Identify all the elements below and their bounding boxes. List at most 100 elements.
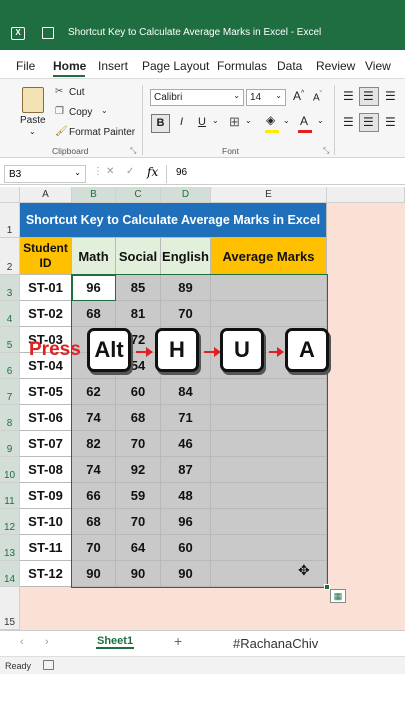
mark-cell[interactable]: 60 [116, 379, 161, 405]
name-box[interactable]: B3 ⌄ [4, 165, 86, 183]
mark-cell[interactable]: 89 [161, 275, 211, 301]
row-header-3[interactable]: 3 [0, 275, 20, 301]
align-right-icon[interactable]: ☰ [385, 115, 396, 129]
row-header-12[interactable]: 12 [0, 509, 20, 535]
add-sheet-button[interactable]: + [174, 633, 182, 649]
bold-button[interactable]: B [151, 114, 170, 133]
font-color-icon[interactable]: A [300, 114, 308, 128]
align-left-icon[interactable]: ☰ [343, 115, 354, 129]
chevron-down-icon[interactable]: ⌄ [212, 116, 219, 125]
mark-cell[interactable]: 84 [161, 379, 211, 405]
mark-cell[interactable]: 85 [116, 275, 161, 301]
tab-sheet1[interactable]: Sheet1 [96, 635, 135, 649]
fill-color-icon[interactable]: ◈ [266, 113, 275, 127]
student-id-cell[interactable]: ST-09 [20, 483, 72, 509]
paste-dropdown-icon[interactable]: ⌄ [29, 127, 36, 136]
row-header-8[interactable]: 8 [0, 405, 20, 431]
mark-cell[interactable]: 74 [72, 457, 116, 483]
insert-function-icon[interactable]: fx [147, 165, 158, 179]
header-cell-social[interactable]: Social [116, 238, 161, 275]
mark-cell[interactable]: 66 [72, 483, 116, 509]
mark-cell[interactable]: 48 [161, 483, 211, 509]
row-header-9[interactable]: 9 [0, 431, 20, 457]
row-header-13[interactable]: 13 [0, 535, 20, 561]
mark-cell[interactable] [72, 353, 116, 379]
borders-icon[interactable]: ⊞ [229, 114, 240, 130]
mark-cell[interactable]: 74 [72, 405, 116, 431]
average-cell[interactable] [211, 457, 327, 483]
header-cell-english[interactable]: English [161, 238, 211, 275]
mark-cell[interactable]: 81 [116, 301, 161, 327]
mark-cell[interactable]: 82 [72, 431, 116, 457]
menu-view[interactable]: View [365, 59, 391, 73]
chevron-down-icon[interactable]: ⌄ [283, 116, 290, 125]
menu-file[interactable]: File [16, 59, 35, 73]
font-size-select[interactable]: 14 ⌄ [246, 89, 286, 106]
worksheet-grid[interactable]: A B C D E 1 2 3 4 5 6 7 8 9 10 11 12 13 14 15 Shortcut Key t… [0, 187, 405, 630]
column-header-a[interactable]: A [20, 187, 72, 203]
mark-cell[interactable]: 60 [161, 535, 211, 561]
decrease-font-icon[interactable]: Aˇ [313, 91, 322, 103]
italic-button[interactable]: I [180, 116, 183, 128]
student-id-cell[interactable]: ST-07 [20, 431, 72, 457]
font-launcher-icon[interactable]: ⤡ [323, 146, 329, 156]
prev-sheet-icon[interactable]: ‹ [20, 636, 24, 648]
student-id-cell[interactable]: ST-01 [20, 275, 72, 301]
student-id-cell[interactable]: ST-10 [20, 509, 72, 535]
align-middle-button[interactable]: ☰ [359, 87, 379, 106]
average-cell[interactable] [211, 405, 327, 431]
paste-icon[interactable] [22, 87, 44, 113]
mark-cell[interactable]: 54 [116, 353, 161, 379]
average-cell[interactable] [211, 483, 327, 509]
row-header-1[interactable]: 1 [0, 203, 20, 238]
average-cell[interactable] [211, 431, 327, 457]
student-id-cell[interactable]: ST-08 [20, 457, 72, 483]
increase-font-icon[interactable]: A^ [293, 89, 304, 103]
quick-analysis-icon[interactable]: ▦ [330, 589, 346, 603]
mark-cell[interactable]: 64 [116, 535, 161, 561]
menu-formulas[interactable]: Formulas [217, 59, 267, 73]
mark-cell[interactable]: 90 [161, 561, 211, 587]
macro-record-icon[interactable] [43, 660, 54, 670]
align-top-icon[interactable]: ☰ [343, 89, 354, 103]
average-cell[interactable] [211, 509, 327, 535]
average-cell[interactable] [211, 327, 327, 353]
mark-cell[interactable] [161, 353, 211, 379]
align-bottom-icon[interactable]: ☰ [385, 89, 396, 103]
select-all-corner[interactable] [0, 187, 20, 203]
row-header-14[interactable]: 14 [0, 561, 20, 587]
sheet-title-cell[interactable]: Shortcut Key to Calculate Average Marks … [20, 203, 327, 238]
menu-page-layout[interactable]: Page Layout [142, 59, 209, 73]
mark-cell[interactable] [72, 327, 116, 353]
save-icon[interactable] [42, 27, 54, 39]
mark-cell[interactable]: 68 [72, 301, 116, 327]
mark-cell[interactable]: 72 [116, 327, 161, 353]
student-id-cell[interactable]: ST-05 [20, 379, 72, 405]
student-id-cell[interactable]: ST-02 [20, 301, 72, 327]
copy-dropdown-icon[interactable]: ⌄ [101, 106, 108, 115]
row-header-7[interactable]: 7 [0, 379, 20, 405]
student-id-cell[interactable]: ST-12 [20, 561, 72, 587]
mark-cell[interactable] [161, 327, 211, 353]
mark-cell[interactable]: 90 [72, 561, 116, 587]
menu-data[interactable]: Data [277, 59, 302, 73]
student-id-cell[interactable]: ST-04 [20, 353, 72, 379]
menu-home[interactable]: Home [53, 59, 86, 73]
mark-cell[interactable]: 46 [161, 431, 211, 457]
menu-review[interactable]: Review [316, 59, 355, 73]
row-header-15[interactable]: 15 [0, 587, 20, 630]
header-cell-math[interactable]: Math [72, 238, 116, 275]
mark-cell[interactable]: 96 [72, 275, 116, 301]
mark-cell[interactable]: 70 [116, 431, 161, 457]
column-header-c[interactable]: C [116, 187, 161, 203]
average-cell[interactable] [211, 535, 327, 561]
clipboard-launcher-icon[interactable]: ⤡ [130, 146, 136, 156]
column-header-e[interactable]: E [211, 187, 327, 203]
mark-cell[interactable]: 70 [161, 301, 211, 327]
chevron-down-icon[interactable]: ⌄ [245, 116, 252, 125]
mark-cell[interactable]: 90 [116, 561, 161, 587]
align-center-button[interactable]: ☰ [359, 113, 379, 132]
row-header-11[interactable]: 11 [0, 483, 20, 509]
cancel-icon[interactable]: ✕ [106, 166, 114, 177]
menu-insert[interactable]: Insert [98, 59, 128, 73]
